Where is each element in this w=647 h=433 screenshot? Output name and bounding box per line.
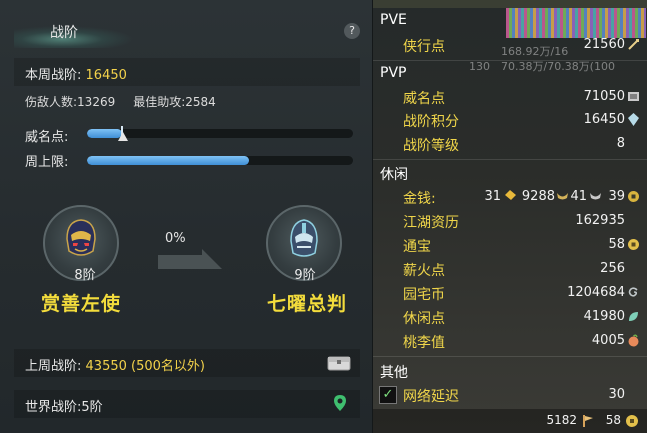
money-copper: 41 — [570, 189, 587, 204]
tier-progress-percent: 0% — [165, 231, 186, 246]
background-text-level: 130 — [469, 60, 490, 73]
tab-rank[interactable]: 战阶 — [14, 14, 144, 50]
tongbao-value: 58 — [608, 237, 625, 252]
xiuxian-label: 休闲点 — [403, 311, 445, 327]
location-pin-icon[interactable] — [333, 394, 347, 412]
wounded-label: 伤敌人数: — [25, 95, 78, 109]
section-leisure: 休闲 — [380, 167, 408, 183]
wounded-value: 13269 — [77, 95, 116, 109]
token-icon — [628, 92, 639, 101]
assist-label: 最佳助攻: — [133, 95, 186, 109]
arrow-right-icon — [158, 249, 222, 269]
weekly-rank-label: 本周战阶: — [25, 68, 82, 83]
world-rank: 世界战阶:5阶 — [25, 396, 103, 415]
next-tier: 9阶 — [294, 268, 316, 283]
xiaxing-value: 21560 — [583, 37, 625, 52]
sword-icon — [628, 39, 639, 50]
jianghu-value: 162935 — [575, 213, 625, 228]
weekly-cap-bar-fill — [87, 156, 250, 165]
yuanzhai-value: 1204684 — [567, 285, 625, 300]
prestige-bar-fill — [87, 129, 122, 138]
weiming-value: 71050 — [583, 89, 625, 104]
weekly-rank-value: 16450 — [85, 68, 127, 83]
jianghu-label: 江湖资历 — [403, 215, 459, 231]
top-strip — [373, 0, 647, 8]
assist-value: 2584 — [185, 95, 216, 109]
swirl-icon — [628, 287, 638, 297]
next-title: 七曜总判 — [266, 293, 347, 315]
tongbao-label: 通宝 — [403, 239, 431, 255]
divider — [373, 356, 647, 357]
latency-label: 网络延迟 — [403, 389, 459, 405]
latency-checkbox[interactable]: ✓ — [379, 386, 397, 404]
taoli-value: 4005 — [591, 333, 625, 348]
taoli-label: 桃李值 — [403, 335, 445, 351]
xinhuo-label: 薪火点 — [403, 263, 445, 279]
reward-chest-icon[interactable] — [327, 355, 351, 371]
section-other: 其他 — [380, 365, 408, 381]
leaf-icon — [629, 312, 638, 321]
tongbao-coin-icon — [628, 239, 639, 250]
attributes-panel: 168.92万/16 70.38万/70.38万(100 130 PVE 侠行点… — [373, 0, 647, 433]
latency-value: 30 — [608, 387, 625, 402]
zhanjie-score-label: 战阶积分 — [403, 114, 459, 130]
current-tier: 8阶 — [74, 268, 96, 283]
flag-icon — [583, 415, 593, 427]
last-week-rank: 上周战阶: 43550 (500名以外) — [25, 355, 205, 374]
money-label: 金钱: — [403, 191, 436, 207]
combat-stats: 伤敌人数:13269 最佳助攻:2584 — [25, 93, 216, 110]
weiming-label: 威名点 — [403, 91, 445, 107]
footer-currency-a: 5182 — [546, 413, 577, 427]
crystal-icon — [628, 113, 639, 126]
zhanjie-level-label: 战阶等级 — [403, 138, 459, 154]
coin-icon — [628, 191, 639, 202]
weekly-cap-label: 周上限: — [25, 155, 69, 170]
rank-panel: 战阶 ? 本周战阶: 16450 伤敌人数:13269 最佳助攻:2584 威名点… — [0, 0, 373, 433]
last-week-label: 上周战阶: — [25, 359, 82, 374]
zhanjie-score-value: 16450 — [583, 112, 625, 127]
world-rank-label: 世界战阶: — [25, 400, 82, 415]
footer-currency-b: 58 — [605, 413, 621, 427]
last-week-value: 43550 (500名以外) — [85, 359, 205, 374]
xiuxian-value: 41980 — [583, 309, 625, 324]
section-pve: PVE — [380, 12, 407, 28]
yuanzhai-label: 园宅币 — [403, 287, 445, 303]
money-silver: 9288 — [521, 189, 555, 204]
bottom-currency-bar: 5182 58 — [373, 409, 647, 433]
prestige-marker-icon — [118, 132, 128, 141]
divider — [373, 159, 647, 160]
weekly-rank: 本周战阶: 16450 — [25, 64, 127, 83]
money-other: 39 — [608, 189, 625, 204]
current-title: 赏善左使 — [40, 293, 121, 315]
prestige-label: 威名点: — [25, 130, 69, 145]
world-rank-value: 5阶 — [81, 400, 103, 415]
divider — [373, 60, 647, 61]
zhanjie-level-value: 8 — [616, 136, 625, 151]
knight-helmet-icon — [290, 219, 318, 257]
xinhuo-value: 256 — [600, 261, 625, 276]
warrior-helmet-icon — [66, 219, 96, 256]
money-gold: 31 — [484, 189, 501, 204]
peach-icon — [628, 334, 639, 347]
section-pvp: PVP — [380, 65, 407, 81]
tab-rank-label: 战阶 — [50, 25, 78, 41]
xiaxing-label: 侠行点 — [403, 39, 445, 55]
background-banner — [506, 8, 646, 38]
weekly-cap-bar — [87, 156, 353, 165]
help-button[interactable]: ? — [344, 23, 360, 39]
tongbao-footer-coin-icon — [626, 415, 638, 427]
